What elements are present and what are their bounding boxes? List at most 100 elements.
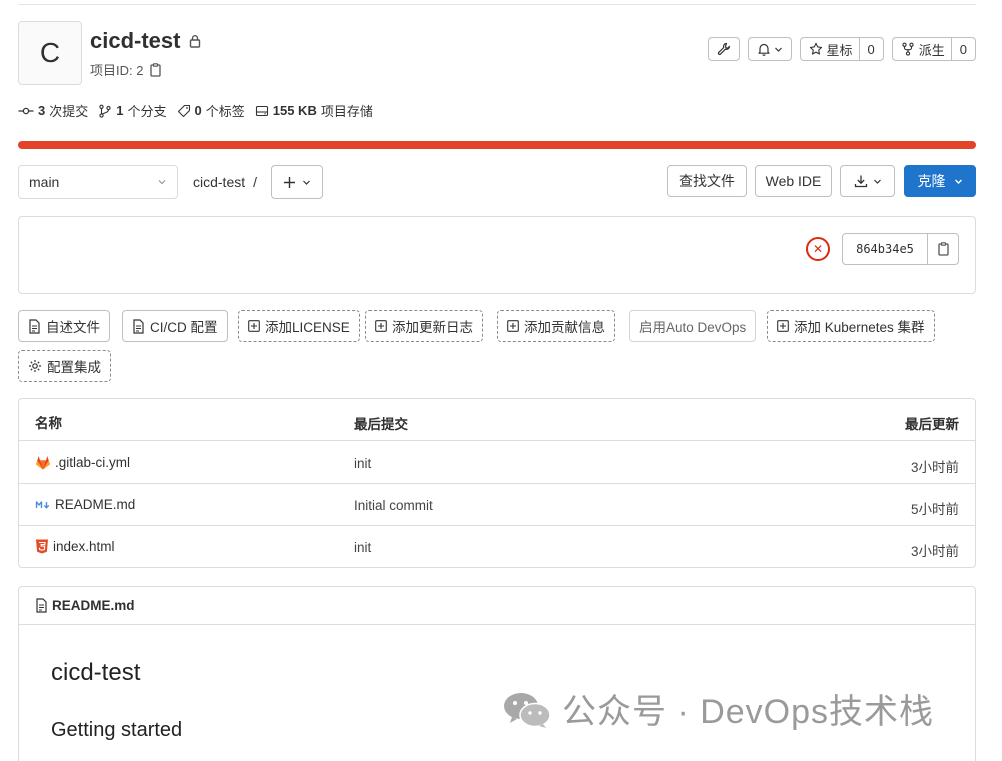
readme-header[interactable]: README.md	[19, 587, 975, 625]
language-bar	[18, 141, 976, 149]
find-file-button[interactable]: 查找文件	[667, 165, 747, 197]
file-commit-message[interactable]: Initial commit	[354, 498, 433, 513]
plus-icon	[283, 176, 296, 189]
branch-name: main	[29, 174, 60, 190]
chevron-down-icon	[954, 177, 963, 186]
tags-stat[interactable]: 0 个标签	[177, 101, 245, 120]
web-ide-button[interactable]: Web IDE	[755, 165, 832, 197]
fork-label: 派生	[918, 42, 945, 58]
watermark: 公众号 · DevOps技术栈	[502, 684, 934, 733]
readme-subheading: Getting started	[51, 719, 183, 741]
file-name: .gitlab-ci.yml	[55, 455, 131, 470]
readme-shortcut-label: 自述文件	[46, 320, 100, 335]
commits-count: 3	[38, 103, 46, 118]
commits-label: 次提交	[49, 104, 89, 119]
file-icon	[35, 598, 48, 613]
project-id: 项目ID: 2	[90, 60, 162, 79]
breadcrumb: cicd-test /	[193, 174, 257, 190]
file-commit-message[interactable]: init	[354, 540, 371, 555]
storage-label: 项目存储	[320, 104, 373, 119]
fork-button[interactable]: 派生 0	[891, 37, 976, 61]
tags-count: 0	[194, 103, 202, 118]
project-avatar[interactable]: C	[18, 21, 82, 85]
branch-selector[interactable]: main	[18, 165, 178, 199]
star-button[interactable]: 星标 0	[799, 37, 884, 61]
project-title: cicd-test	[90, 28, 202, 54]
file-icon	[28, 318, 41, 334]
download-button[interactable]	[840, 165, 895, 197]
file-name-cell[interactable]: index.html	[35, 539, 115, 554]
add-license-shortcut[interactable]: 添加LICENSE	[238, 310, 360, 342]
add-dropdown-button[interactable]	[271, 165, 323, 199]
add-contributing-shortcut[interactable]: 添加贡献信息	[497, 310, 615, 342]
fork-icon	[901, 42, 915, 56]
copy-icon[interactable]	[149, 62, 162, 77]
file-name: index.html	[53, 539, 115, 554]
markdown-icon	[35, 499, 51, 511]
chevron-down-icon	[873, 177, 882, 186]
chevron-down-icon	[774, 45, 783, 54]
top-divider	[18, 4, 976, 5]
commit-sha-text[interactable]: 864b34e5	[843, 234, 927, 264]
tags-label: 个标签	[205, 104, 245, 119]
gear-icon	[28, 359, 42, 373]
last-commit-panel	[18, 216, 976, 294]
notifications-button[interactable]	[747, 37, 792, 61]
commits-stat[interactable]: 3 次提交	[18, 101, 88, 120]
add-kubernetes-label: 添加 Kubernetes 集群	[794, 320, 925, 335]
storage-stat[interactable]: 155 KB 项目存储	[255, 101, 373, 120]
add-changelog-shortcut[interactable]: 添加更新日志	[365, 310, 483, 342]
file-commit-message[interactable]: init	[354, 456, 371, 471]
file-name-cell[interactable]: README.md	[35, 497, 135, 512]
configure-integrations-shortcut[interactable]: 配置集成	[18, 350, 111, 382]
tag-icon	[177, 104, 191, 118]
pipeline-failed-icon[interactable]: ✕	[806, 237, 830, 261]
star-icon	[809, 42, 823, 56]
configure-integrations-label: 配置集成	[47, 360, 101, 375]
settings-button[interactable]	[707, 37, 740, 61]
plus-square-icon	[375, 320, 387, 332]
lock-icon	[188, 34, 202, 48]
wechat-icon	[502, 691, 552, 728]
commit-sha: 864b34e5	[842, 233, 959, 265]
chevron-down-icon	[302, 178, 311, 187]
readme-shortcut[interactable]: 自述文件	[18, 310, 110, 342]
readme-panel: README.md cicd-test Getting started	[18, 586, 976, 761]
file-name: README.md	[55, 497, 136, 512]
branch-icon	[98, 104, 112, 118]
plus-square-icon	[507, 320, 519, 332]
table-row[interactable]: .gitlab-ci.yml init 3小时前	[19, 442, 975, 484]
file-icon	[132, 318, 145, 334]
file-table: 名称 最后提交 最后更新 .gitlab-ci.yml init 3小时前 RE…	[18, 398, 976, 568]
storage-icon	[255, 104, 269, 118]
clone-button[interactable]: 克隆	[904, 165, 976, 197]
copy-icon	[937, 242, 950, 256]
copy-sha-button[interactable]	[927, 234, 958, 264]
project-stats: 3 次提交 1 个分支 0 个标签 155 KB 项目存储	[18, 101, 373, 120]
table-row[interactable]: README.md Initial commit 5小时前	[19, 484, 975, 526]
cicd-shortcut-label: CI/CD 配置	[150, 320, 218, 335]
branches-count: 1	[116, 103, 124, 118]
bell-icon	[757, 42, 771, 56]
readme-heading: cicd-test	[51, 659, 141, 686]
header-name: 名称	[35, 416, 62, 431]
add-license-label: 添加LICENSE	[265, 320, 350, 335]
enable-autodevops-shortcut[interactable]: 启用Auto DevOps	[629, 310, 757, 342]
add-contributing-label: 添加贡献信息	[524, 320, 605, 335]
header-actions: 星标 0 派生 0	[707, 37, 976, 61]
file-name-cell[interactable]: .gitlab-ci.yml	[35, 455, 130, 470]
breadcrumb-separator: /	[253, 174, 258, 190]
breadcrumb-project[interactable]: cicd-test	[193, 174, 245, 190]
readme-filename: README.md	[52, 598, 135, 613]
star-count[interactable]: 0	[858, 38, 883, 60]
table-row[interactable]: index.html init 3小时前	[19, 526, 975, 567]
storage-size: 155 KB	[272, 103, 317, 118]
project-id-label: 项目ID: 2	[90, 63, 144, 78]
add-kubernetes-shortcut[interactable]: 添加 Kubernetes 集群	[767, 310, 935, 342]
gitlab-icon	[35, 455, 51, 470]
fork-count[interactable]: 0	[950, 38, 975, 60]
wrench-icon	[717, 42, 731, 56]
project-name[interactable]: cicd-test	[90, 28, 180, 54]
branches-stat[interactable]: 1 个分支	[98, 101, 167, 120]
cicd-shortcut[interactable]: CI/CD 配置	[122, 310, 228, 342]
